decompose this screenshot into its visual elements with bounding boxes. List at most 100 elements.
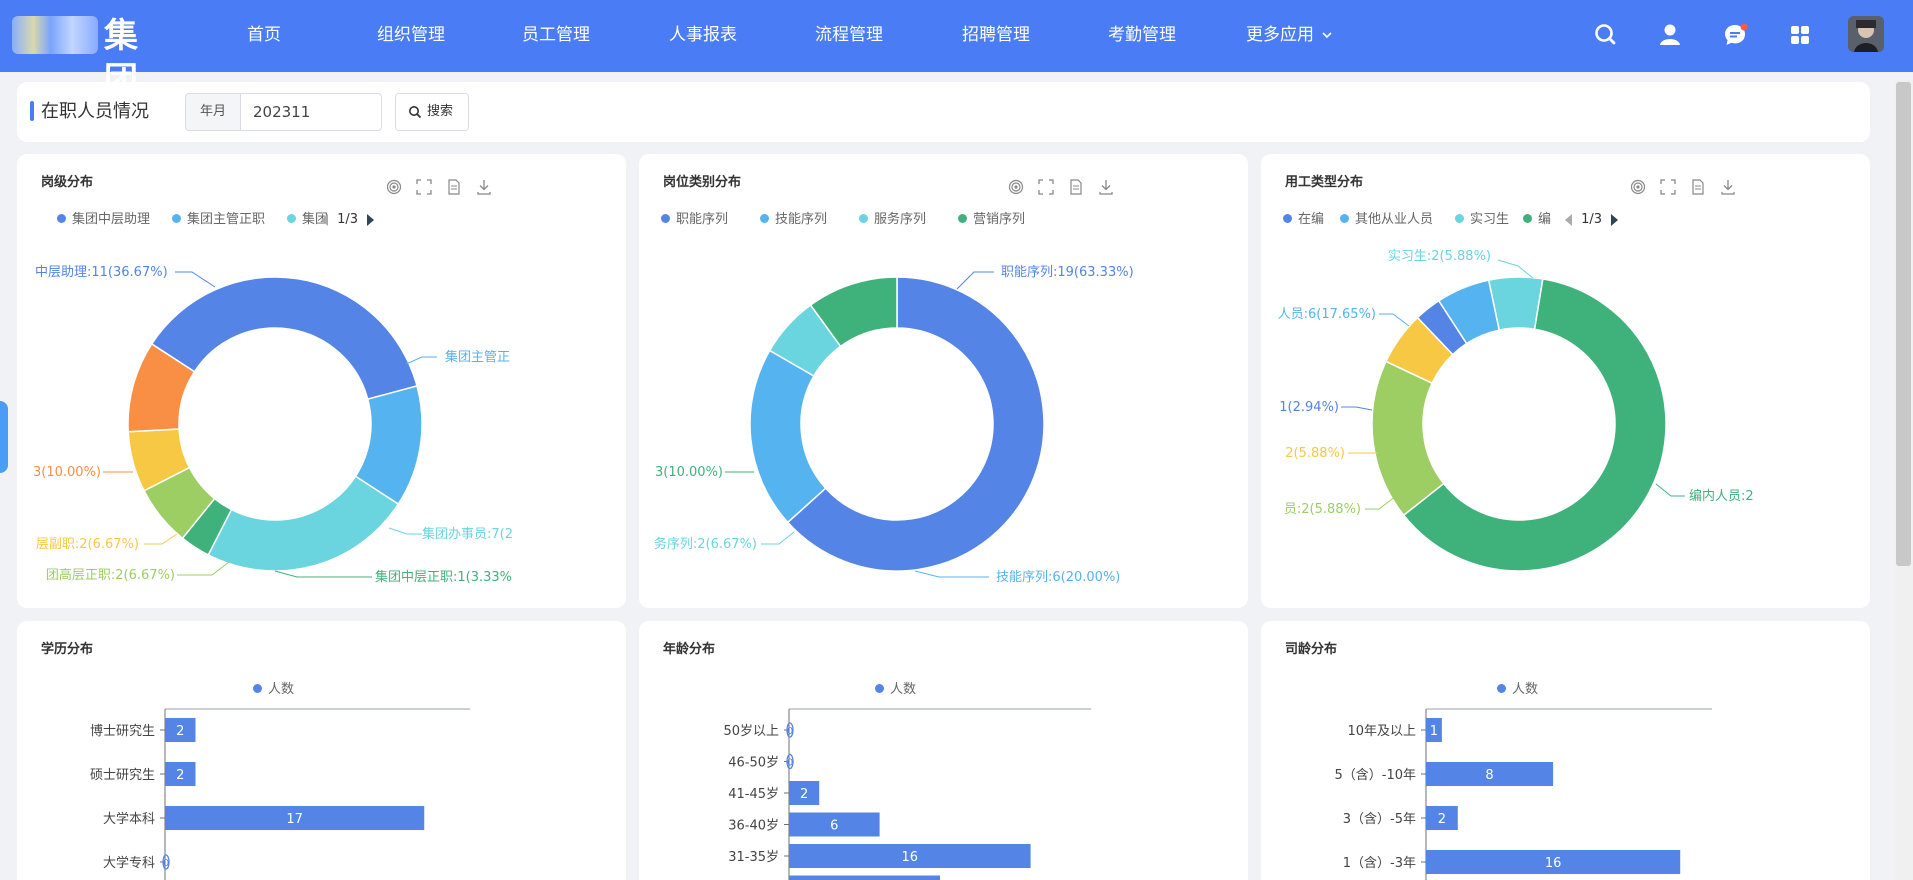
age-bar-chart[interactable]: 50岁以上046-50岁041-45岁236-40岁631-35岁1626-30… — [639, 621, 1248, 880]
nav-item-recruit[interactable]: 招聘管理 — [962, 22, 1030, 48]
y-tick-label: 大学本科 — [103, 811, 155, 827]
slice-label: 3(10.00%) — [655, 465, 723, 480]
education-card: 学历分布 人数 博士研究生 2 硕士研究生 2 大学本科 17 大学专科 0 — [17, 621, 626, 880]
slice-label: 层副职:2(6.67%) — [36, 537, 139, 552]
slice-label: 3(10.00%) — [33, 465, 101, 480]
month-label: 年月 — [185, 93, 240, 131]
label-leader-line — [1379, 313, 1410, 327]
y-tick-label: 46-50岁 — [728, 756, 779, 771]
slice-label: 人员:6(17.65%) — [1278, 307, 1376, 322]
slice-label: 集团主管正 — [445, 349, 510, 365]
search-icon — [409, 106, 422, 119]
scrollbar-thumb[interactable] — [1896, 82, 1911, 566]
sidebar-toggle[interactable] — [0, 401, 8, 473]
nav-item-home[interactable]: 首页 — [247, 22, 281, 48]
nav-more-label: 更多应用 — [1246, 25, 1314, 45]
page-title: 在职人员情况 — [41, 101, 149, 122]
donut-slice[interactable] — [150, 276, 418, 401]
bar-value-label: 16 — [902, 850, 919, 865]
donut-slice[interactable] — [1371, 360, 1445, 517]
donut-slice[interactable] — [207, 475, 400, 572]
label-leader-line — [144, 533, 178, 545]
y-tick-label: 1（含）-3年 — [1343, 855, 1416, 871]
slice-label: 中层助理:11(36.67%) — [35, 265, 168, 280]
label-leader-line — [388, 527, 422, 535]
category-card: 岗位类别分布 职能序列 技能序列 服务序列 营销序列 职能序列:19(63.33… — [639, 154, 1248, 608]
bar-value-label: 0 — [787, 726, 793, 737]
tenure-bar-chart[interactable]: 10年及以上 1 5（含）-10年 8 3（含）-5年 2 1（含）-3年 16 — [1261, 621, 1870, 880]
message-icon[interactable] — [1720, 20, 1750, 50]
y-tick-label: 10年及以上 — [1347, 724, 1416, 739]
label-leader-line — [761, 531, 795, 545]
slice-label: 集团办事员:7(2 — [422, 526, 513, 542]
nav-item-workflow[interactable]: 流程管理 — [815, 22, 883, 48]
slice-label: 团高层正职:2(6.67%) — [46, 567, 175, 583]
y-tick-label: 50岁以上 — [723, 724, 779, 739]
label-leader-line — [914, 570, 989, 578]
y-tick-label: 5（含）-10年 — [1334, 767, 1416, 783]
nav-item-hr-report[interactable]: 人事报表 — [669, 22, 737, 48]
rank-card: 岗级分布 集团中层助理 集团主管正职 集团 1/3 中层助理:11(36.67%… — [17, 154, 626, 608]
y-tick-label: 硕士研究生 — [90, 768, 155, 783]
tenure-card: 司龄分布 人数 10年及以上 1 5（含）-10年 8 3（含）-5年 2 1（含）-3年 1… — [1261, 621, 1870, 880]
nav-item-more[interactable]: 更多应用 — [1246, 22, 1333, 48]
slice-label: 编内人员:2 — [1689, 488, 1754, 504]
user-icon[interactable] — [1655, 20, 1685, 50]
chevron-down-icon — [1322, 32, 1332, 39]
top-nav: 集团 首页 组织管理 员工管理 人事报表 流程管理 招聘管理 考勤管理 更多应用 — [0, 0, 1913, 100]
bar-value-label: 16 — [1545, 856, 1562, 871]
month-input[interactable]: 202311 — [240, 93, 382, 131]
search-button[interactable]: 搜索 — [395, 93, 469, 131]
apps-icon[interactable] — [1785, 20, 1815, 50]
rank-donut-chart[interactable]: 中层助理:11(36.67%) 集团主管正集团办事员:7(2 集团中层正职:1(3.… — [17, 154, 626, 608]
bar[interactable] — [789, 875, 940, 880]
bar-value-label: 8 — [1485, 768, 1493, 783]
label-leader-line — [177, 561, 230, 576]
search-button-label: 搜索 — [427, 104, 454, 119]
y-tick-label: 博士研究生 — [90, 724, 155, 739]
slice-label: 务序列:2(6.67%) — [654, 536, 757, 552]
education-bar-chart[interactable]: 博士研究生 2 硕士研究生 2 大学本科 17 大学专科 0 — [17, 621, 626, 880]
label-leader-line — [405, 356, 437, 365]
donut-slice[interactable] — [1487, 276, 1544, 331]
y-tick-label: 31-35岁 — [728, 850, 779, 865]
slice-label: 技能序列:6(20.00%) — [996, 570, 1120, 585]
scrollbar[interactable] — [1894, 80, 1913, 880]
bar-value-label: 17 — [286, 812, 303, 827]
slice-label: 实习生:2(5.88%) — [1388, 249, 1491, 264]
logo-image — [12, 16, 98, 54]
avatar[interactable] — [1848, 16, 1884, 52]
avatar-image — [1848, 16, 1884, 52]
category-donut-chart[interactable]: 职能序列:19(63.33%) 技能序列:6(20.00%) 务序列:2(6.67%… — [639, 154, 1248, 608]
slice-label: 员:2(5.88%) — [1284, 502, 1361, 517]
nav-item-attendance[interactable]: 考勤管理 — [1108, 22, 1176, 48]
label-leader-line — [1341, 406, 1373, 411]
nav-item-org[interactable]: 组织管理 — [377, 22, 445, 48]
nav-item-staff[interactable]: 员工管理 — [522, 22, 590, 48]
bar-value-label: 0 — [163, 858, 169, 869]
bar-value-label: 2 — [1438, 812, 1446, 827]
label-leader-line — [1497, 259, 1534, 279]
logo[interactable]: 集团 — [12, 14, 172, 100]
bar-value-label: 2 — [800, 787, 808, 802]
slice-label: 职能序列:19(63.33%) — [1001, 265, 1134, 280]
search-icon[interactable] — [1590, 20, 1620, 50]
bar-value-label: 2 — [176, 724, 184, 739]
y-tick-label: 3（含）-5年 — [1343, 811, 1416, 827]
bar-value-label: 6 — [830, 819, 838, 834]
label-leader-line — [1655, 483, 1685, 497]
label-leader-line — [175, 271, 216, 288]
y-tick-label: 大学专科 — [103, 855, 155, 871]
label-leader-line — [274, 570, 372, 578]
title-accent — [30, 101, 34, 121]
y-tick-label: 36-40岁 — [728, 819, 779, 834]
age-card: 年龄分布 人数 50岁以上 0 46-50岁 0 41-45岁 2 36-40岁 6 31-35… — [639, 621, 1248, 880]
slice-label: 1(2.94%) — [1279, 400, 1339, 415]
label-leader-line — [956, 271, 994, 290]
bar-value-label: 2 — [176, 768, 184, 783]
bar-value-label: 0 — [787, 758, 793, 769]
employment-card: 用工类型分布 在编 其他从业人员 实习生 编 1/3 实习生:2(5.88%) 人… — [1261, 154, 1870, 608]
slice-label: 集团中层正职:1(3.33% — [375, 569, 512, 585]
employment-donut-chart[interactable]: 实习生:2(5.88%) 人员:6(17.65%) 1(2.94%) 2(5.88%)… — [1261, 154, 1870, 608]
bar-value-label: 1 — [1430, 724, 1438, 739]
